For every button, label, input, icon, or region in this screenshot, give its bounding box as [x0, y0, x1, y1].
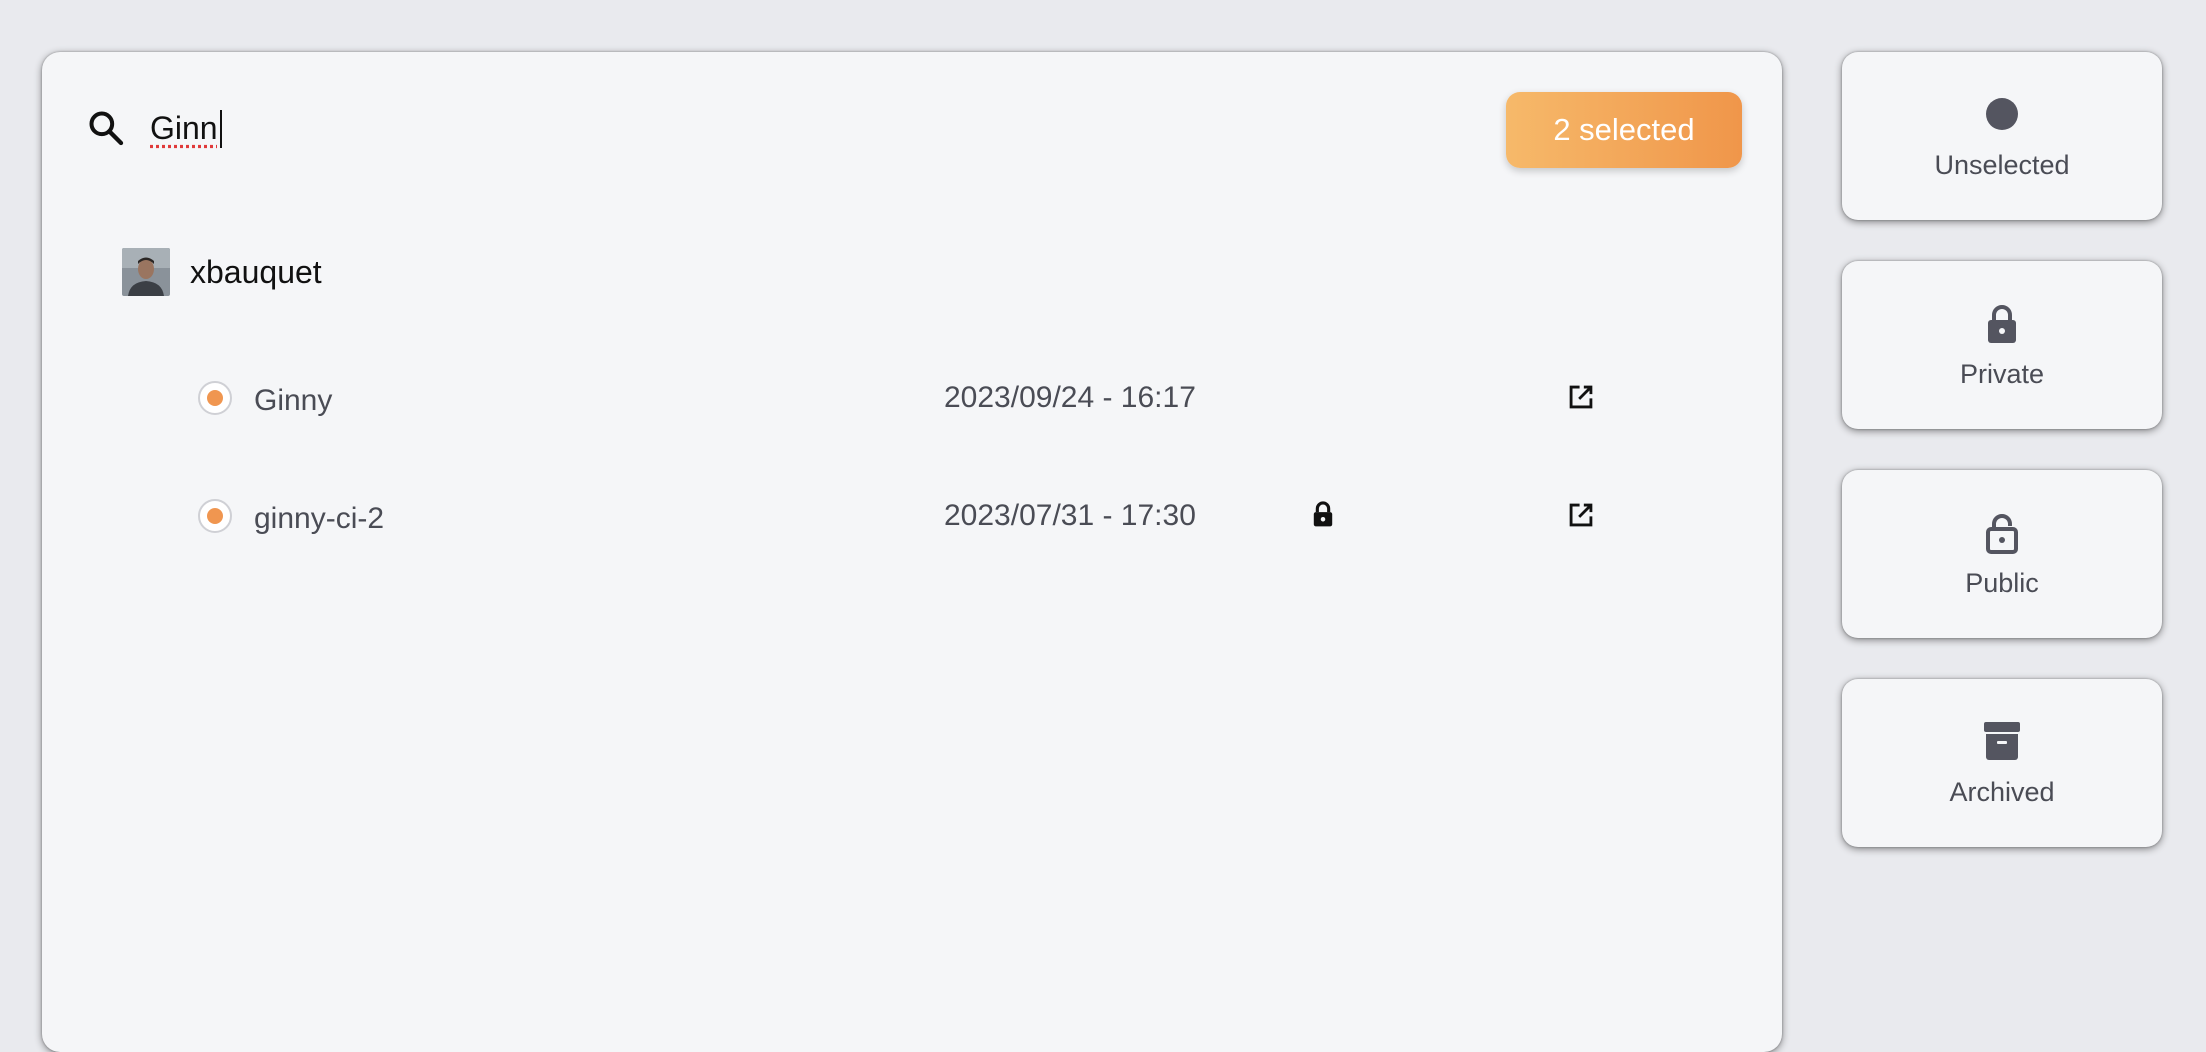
filter-archived-button[interactable]: Archived	[1842, 679, 2162, 847]
filter-label: Public	[1965, 568, 2039, 598]
repo-name: Ginny	[254, 384, 333, 417]
archive-icon	[1984, 722, 2020, 760]
filter-label: Private	[1959, 359, 2045, 389]
repository-row[interactable]: ginny-ci-2 2023/07/31 - 17:30	[198, 492, 1598, 542]
lock-icon	[1988, 305, 2016, 343]
repo-name: ginny-ci-2	[254, 502, 385, 535]
repo-select-radio[interactable]	[198, 381, 232, 415]
repository-panel: Ginn 2 selected xbauquet Ginny 2023/09/2…	[42, 52, 1782, 1052]
text-caret	[220, 110, 222, 148]
dot-icon	[1986, 98, 2018, 130]
avatar	[122, 248, 170, 296]
selected-count-button[interactable]: 2 selected	[1506, 92, 1742, 168]
repository-row[interactable]: Ginny 2023/09/24 - 16:17	[198, 374, 1598, 424]
search-icon	[89, 111, 124, 146]
lock-icon	[1313, 501, 1333, 527]
repo-date: 2023/07/31 - 17:30	[944, 499, 1196, 532]
external-link-icon[interactable]	[1564, 498, 1598, 532]
unlock-icon	[1986, 514, 2018, 554]
repo-date: 2023/09/24 - 16:17	[944, 381, 1196, 414]
external-link-icon[interactable]	[1564, 380, 1598, 414]
filter-unselected-button[interactable]: Unselected	[1842, 52, 2162, 220]
filter-label: Unselected	[1934, 150, 2070, 180]
search-input[interactable]: Ginn	[150, 110, 218, 147]
owner-name[interactable]: xbauquet	[190, 254, 322, 291]
filter-private-button[interactable]: Private	[1842, 261, 2162, 429]
filter-public-button[interactable]: Public	[1842, 470, 2162, 638]
filter-label: Archived	[1949, 777, 2055, 807]
repo-select-radio[interactable]	[198, 499, 232, 533]
owner-header: xbauquet	[122, 248, 322, 296]
